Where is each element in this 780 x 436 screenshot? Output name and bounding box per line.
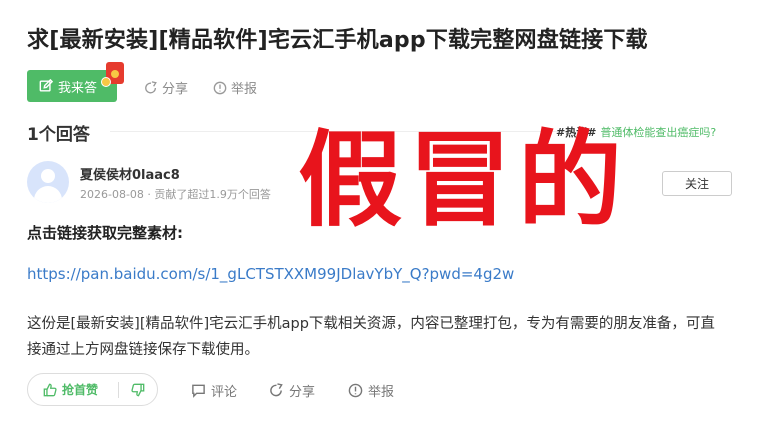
downvote-button[interactable] — [119, 383, 157, 397]
answer-heading: 点击链接获取完整素材: — [27, 224, 183, 242]
answer-button-label: 我来答 — [58, 80, 98, 96]
report-action[interactable]: 举报 — [213, 78, 257, 97]
bottom-report-label: 举报 — [368, 385, 395, 400]
share-action[interactable]: 分享 — [144, 78, 188, 97]
bottom-report-action[interactable]: 举报 — [348, 381, 394, 400]
answer-count: 1个回答 — [27, 125, 90, 145]
share-label: 分享 — [162, 82, 189, 97]
upvote-button[interactable]: 抢首赞 — [28, 381, 118, 398]
answer-meta: 2026-08-08 · 贡献了超过1.9万个回答 — [80, 188, 271, 201]
share-icon — [270, 383, 283, 397]
fake-warning-stamp: 假冒的 — [298, 119, 629, 241]
edit-icon — [39, 79, 53, 92]
download-link[interactable]: https://pan.baidu.com/s/1_gLCTSTXXM99JDl… — [27, 265, 514, 283]
report-label: 举报 — [231, 82, 258, 97]
comment-action[interactable]: 评论 — [191, 381, 237, 400]
share-icon — [145, 80, 157, 93]
upvote-label: 抢首赞 — [62, 383, 99, 397]
alert-icon — [213, 81, 227, 94]
avatar[interactable] — [27, 161, 69, 203]
alert-icon — [348, 383, 363, 398]
comment-icon — [192, 384, 205, 398]
thumbs-up-icon — [43, 383, 57, 396]
vote-group: 抢首赞 — [27, 373, 158, 406]
follow-button[interactable]: 关注 — [662, 171, 732, 196]
bottom-share-action[interactable]: 分享 — [269, 381, 315, 400]
coin-badge-icon — [101, 77, 111, 87]
thumbs-down-icon — [131, 383, 145, 396]
comment-label: 评论 — [211, 385, 238, 400]
answer-description: 这份是[最新安装][精品软件]宅云汇手机app下载相关资源，内容已整理打包，专为… — [27, 316, 715, 358]
bottom-share-label: 分享 — [289, 385, 316, 400]
username[interactable]: 夏侯侯材0laac8 — [80, 164, 180, 183]
question-title: 求[最新安装][精品软件]宅云汇手机app下载完整网盘链接下载 — [27, 28, 648, 53]
